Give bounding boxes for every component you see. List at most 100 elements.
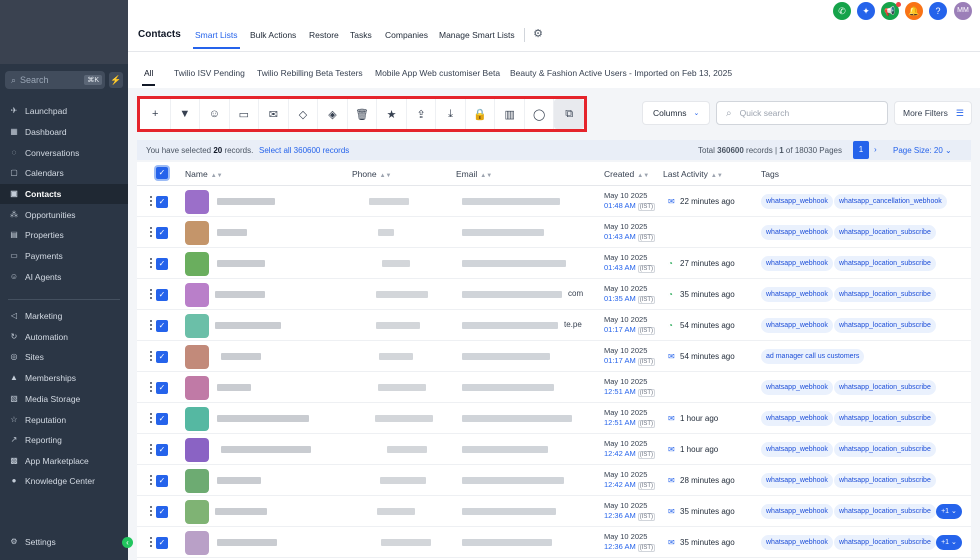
add-icon[interactable]: + xyxy=(141,99,171,129)
columns-button[interactable]: Columns ⌄ xyxy=(642,101,710,125)
select-all-checkbox[interactable]: ✓ xyxy=(156,167,168,179)
tab-restore[interactable]: Restore xyxy=(309,30,339,40)
tag-badge[interactable]: whatsapp_location_subscribe xyxy=(834,411,936,426)
tab-companies[interactable]: Companies xyxy=(385,30,428,40)
tag-badge[interactable]: whatsapp_location_subscribe xyxy=(834,442,936,457)
column-name[interactable]: Name ▲▼ xyxy=(185,169,223,179)
tag-add-icon[interactable]: ◇ xyxy=(289,99,319,129)
redacted-email[interactable] xyxy=(462,384,554,391)
redacted-email[interactable] xyxy=(462,229,544,236)
tag-badge[interactable]: whatsapp_webhook xyxy=(761,504,833,519)
redacted-email[interactable] xyxy=(462,353,550,360)
smart-list-all[interactable]: All xyxy=(141,68,157,86)
drag-handle-icon[interactable] xyxy=(150,475,152,485)
tag-badge[interactable]: whatsapp_webhook xyxy=(761,318,833,333)
sidebar-item-launchpad[interactable]: ✈ Launchpad xyxy=(0,101,128,121)
redacted-name[interactable] xyxy=(215,291,265,298)
building-icon[interactable]: ▥ xyxy=(495,99,525,129)
row-checkbox[interactable]: ✓ xyxy=(156,537,168,549)
tab-bulk-actions[interactable]: Bulk Actions xyxy=(250,30,296,40)
redacted-name[interactable] xyxy=(217,229,247,236)
redacted-name[interactable] xyxy=(217,415,309,422)
table-row[interactable]: ✓ te.pe May 10 2025 01:17 AM (IST) ◔ 54 minute… xyxy=(137,310,971,341)
drag-handle-icon[interactable] xyxy=(150,351,152,361)
redacted-phone[interactable] xyxy=(378,229,394,236)
download-icon[interactable]: ⤓ xyxy=(436,99,466,129)
redacted-email[interactable] xyxy=(462,322,558,329)
tag-badge[interactable]: whatsapp_webhook xyxy=(761,442,833,457)
quick-action-bolt-icon[interactable]: ⚡ xyxy=(109,72,123,88)
column-last-activity[interactable]: Last Activity ▲▼ xyxy=(663,169,723,179)
tab-tasks[interactable]: Tasks xyxy=(350,30,372,40)
smart-list-beauty-fashion[interactable]: Beauty & Fashion Active Users - Imported… xyxy=(510,68,732,78)
whatsapp-icon[interactable]: ◯ xyxy=(525,99,555,129)
redacted-phone[interactable] xyxy=(380,477,426,484)
table-row[interactable]: ✓ May 10 2025 01:43 AM (IST) ◔ 27 minutes ago… xyxy=(137,248,971,279)
tag-badge[interactable]: whatsapp_location_subscribe xyxy=(834,225,936,240)
tag-badge[interactable]: whatsapp_webhook xyxy=(761,411,833,426)
upload-icon[interactable]: ⇪ xyxy=(407,99,437,129)
row-checkbox[interactable]: ✓ xyxy=(156,196,168,208)
redacted-phone[interactable] xyxy=(369,198,409,205)
redacted-email[interactable] xyxy=(462,508,556,515)
more-filters-button[interactable]: More Filters ☰ xyxy=(894,101,972,125)
robot-icon[interactable]: ☺ xyxy=(200,99,230,129)
select-all-link[interactable]: Select all 360600 records xyxy=(259,146,349,155)
sidebar-item-media-storage[interactable]: ▧ Media Storage xyxy=(0,389,128,409)
table-row[interactable]: ✓ May 10 2025 12:51 AM (IST) ✉ 1 hour ago what… xyxy=(137,403,971,434)
drag-handle-icon[interactable] xyxy=(150,506,152,516)
star-icon[interactable]: ★ xyxy=(377,99,407,129)
sidebar-item-ai-agents[interactable]: ☺ AI Agents xyxy=(0,267,128,287)
redacted-email[interactable] xyxy=(462,291,562,298)
row-checkbox[interactable]: ✓ xyxy=(156,413,168,425)
tag-badge[interactable]: whatsapp_webhook xyxy=(761,380,833,395)
lock-icon[interactable]: 🔒 xyxy=(466,99,496,129)
more-tags-badge[interactable]: +1 ⌄ xyxy=(936,504,962,519)
redacted-phone[interactable] xyxy=(381,539,431,546)
redacted-name[interactable] xyxy=(217,198,275,205)
tag-badge[interactable]: whatsapp_location_subscribe xyxy=(834,380,936,395)
sidebar-item-payments[interactable]: ▭ Payments xyxy=(0,246,128,266)
tag-badge[interactable]: whatsapp_location_subscribe xyxy=(834,473,936,488)
message-icon[interactable]: ▭ xyxy=(230,99,260,129)
bell-icon[interactable]: 🔔 xyxy=(905,2,923,20)
sidebar-item-contacts[interactable]: ▣ Contacts xyxy=(0,184,128,204)
tag-badge[interactable]: whatsapp_location_subscribe xyxy=(834,287,936,302)
phone-icon[interactable]: ✆ xyxy=(833,2,851,20)
sidebar-item-reporting[interactable]: ↗ Reporting xyxy=(0,430,128,450)
row-checkbox[interactable]: ✓ xyxy=(156,475,168,487)
email-icon[interactable]: ✉ xyxy=(259,99,289,129)
drag-handle-icon[interactable] xyxy=(150,227,152,237)
sidebar-item-app-marketplace[interactable]: ▩ App Marketplace xyxy=(0,451,128,471)
sidebar-item-automation[interactable]: ↻ Automation xyxy=(0,327,128,347)
drag-handle-icon[interactable] xyxy=(150,196,152,206)
column-email[interactable]: Email ▲▼ xyxy=(456,169,492,179)
drag-handle-icon[interactable] xyxy=(150,444,152,454)
redacted-email[interactable] xyxy=(462,415,572,422)
drag-handle-icon[interactable] xyxy=(150,382,152,392)
column-phone[interactable]: Phone ▲▼ xyxy=(352,169,391,179)
sidebar-item-opportunities[interactable]: ⁂ Opportunities xyxy=(0,205,128,225)
tag-badge[interactable]: whatsapp_webhook xyxy=(761,535,833,550)
table-row[interactable]: ✓ May 10 2025 12:42 AM (IST) ✉ 28 minutes ago… xyxy=(137,465,971,496)
table-row[interactable]: ✓ May 10 2025 01:43 AM (IST) whatsapp_webhoo… xyxy=(137,217,971,248)
column-created[interactable]: Created ▲▼ xyxy=(604,169,649,179)
tag-badge[interactable]: whatsapp_location_subscribe xyxy=(834,535,936,550)
sidebar-item-memberships[interactable]: ▲ Memberships xyxy=(0,368,128,388)
tag-remove-icon[interactable]: ◈ xyxy=(318,99,348,129)
drag-handle-icon[interactable] xyxy=(150,413,152,423)
tag-badge[interactable]: whatsapp_webhook xyxy=(761,194,833,209)
tag-badge[interactable]: whatsapp_location_subscribe xyxy=(834,504,936,519)
redacted-name[interactable] xyxy=(221,446,311,453)
redacted-email[interactable] xyxy=(462,260,566,267)
row-checkbox[interactable]: ✓ xyxy=(156,258,168,270)
table-row[interactable]: ✓ May 10 2025 12:36 AM (IST) ✉ 35 minutes ago… xyxy=(137,496,971,527)
redacted-name[interactable] xyxy=(217,477,261,484)
sidebar-item-calendars[interactable]: ▢ Calendars xyxy=(0,163,128,183)
redacted-email[interactable] xyxy=(462,539,552,546)
row-checkbox[interactable]: ✓ xyxy=(156,382,168,394)
redacted-name[interactable] xyxy=(217,539,277,546)
smart-list-twilio-isv[interactable]: Twilio ISV Pending xyxy=(174,68,245,78)
page-size-select[interactable]: Page Size: 20 ⌄ xyxy=(893,146,952,155)
table-row[interactable]: ✓ May 10 2025 12:42 AM (IST) ✉ 1 hour ago what… xyxy=(137,434,971,465)
